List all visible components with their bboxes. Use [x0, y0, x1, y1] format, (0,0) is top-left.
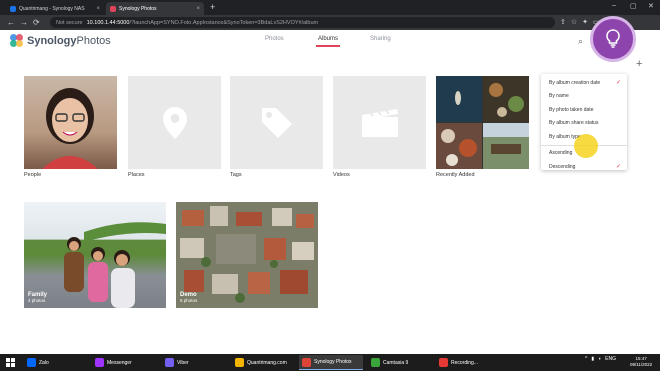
new-tab-button[interactable]: +	[210, 2, 215, 12]
taskbar-chrome-synology[interactable]: Synology Photos	[299, 355, 363, 370]
url-field[interactable]: Not secure 10.100.1.44:5000/?launchApp=S…	[50, 17, 555, 28]
album-videos[interactable]: Videos	[333, 76, 426, 178]
search-icon[interactable]: ⌕	[578, 36, 583, 47]
tag-icon	[261, 107, 292, 138]
window-close-icon[interactable]: ✕	[648, 2, 654, 10]
family-thumbnail: Family 4 photos	[24, 202, 166, 308]
tab-albums[interactable]: Albums	[315, 36, 341, 47]
chrome-icon	[302, 357, 311, 367]
chevron-up-icon[interactable]: ^	[585, 356, 587, 362]
person-portrait	[42, 88, 98, 169]
close-icon[interactable]: ×	[96, 6, 100, 12]
browser-tab-bar: Quantrimang - Synology NAS × Synology Ph…	[0, 0, 660, 15]
photo-collage	[436, 76, 529, 169]
forward-icon[interactable]: →	[20, 18, 28, 27]
main-nav: Photos Albums Sharing	[262, 34, 402, 48]
reload-icon[interactable]: ⟳	[33, 18, 40, 27]
language-indicator[interactable]: ENG	[605, 356, 616, 362]
share-icon[interactable]: ⇪	[560, 18, 566, 27]
system-tray: ^ ▮ ◖ ENG	[585, 356, 616, 362]
favicon-icon	[10, 5, 16, 12]
sort-by-share-status[interactable]: By album share status	[541, 117, 627, 131]
lightbulb-icon	[590, 16, 636, 62]
close-icon[interactable]: ×	[196, 6, 200, 12]
sort-by-taken-date[interactable]: By photo taken date	[541, 103, 627, 117]
album-caption: Demo 5 photos	[180, 292, 197, 303]
logo-icon	[10, 34, 23, 47]
order-descending[interactable]: Descending ✓	[541, 160, 627, 174]
extensions-icon[interactable]: ✦	[582, 18, 588, 27]
album-places[interactable]: Places	[128, 76, 221, 178]
taskbar-messenger[interactable]: Messenger	[92, 355, 158, 370]
clapperboard-icon	[361, 107, 398, 137]
sort-by-creation-date[interactable]: By album creation date ✓	[541, 76, 627, 90]
album-label: Places	[128, 172, 145, 178]
create-album-button[interactable]: +	[636, 58, 642, 70]
synology-photos-logo[interactable]: SynologyPhotos	[10, 34, 111, 47]
taskbar-zalo[interactable]: Zalo	[24, 355, 82, 370]
taskbar-camtasia[interactable]: Camtasia 9	[368, 355, 432, 370]
favicon-icon	[110, 5, 116, 12]
back-icon[interactable]: ←	[7, 18, 15, 27]
aerial-town-photo	[176, 202, 318, 308]
tab-label: Synology Photos	[119, 5, 157, 12]
url-text: 10.100.1.44:5000/?launchApp=SYNO.Foto.Ap…	[86, 19, 319, 26]
tags-thumbnail	[230, 76, 323, 169]
maximize-icon[interactable]: ▢	[630, 2, 637, 10]
album-caption: Family 4 photos	[28, 292, 47, 303]
address-bar: ← → ⟳ Not secure 10.100.1.44:5000/?launc…	[0, 15, 660, 30]
windows-start-icon[interactable]	[6, 358, 15, 367]
album-people[interactable]: People	[24, 76, 117, 178]
bookmark-star-icon[interactable]: ☆	[571, 18, 577, 27]
album-tags[interactable]: Tags	[230, 76, 323, 178]
places-thumbnail	[128, 76, 221, 169]
camtasia-icon	[371, 358, 380, 367]
album-label: People	[24, 172, 42, 178]
taskbar-chrome-quantrimang[interactable]: Quantrimang.com	[232, 355, 296, 370]
map-pin-icon	[162, 106, 187, 139]
messenger-icon	[95, 358, 104, 367]
network-icon[interactable]: ▮	[591, 356, 594, 362]
viber-icon	[165, 358, 174, 367]
check-icon: ✓	[615, 164, 621, 170]
album-label: Tags	[230, 172, 242, 178]
recently-added-thumbnail	[436, 76, 529, 169]
album-recently-added[interactable]: Recently Added	[436, 76, 529, 178]
windows-taskbar: Zalo Messenger Viber Quantrimang.com Syn…	[0, 354, 660, 371]
tab-quantrimang[interactable]: Quantrimang - Synology NAS ×	[6, 2, 104, 15]
album-demo[interactable]: Demo 5 photos	[176, 202, 318, 308]
people-thumbnail	[24, 76, 117, 169]
clock[interactable]: 15:47 09/11/2022	[630, 356, 652, 368]
sort-by-name[interactable]: By name	[541, 90, 627, 104]
album-label: Recently Added	[436, 172, 475, 178]
taskbar-recording[interactable]: Recording...	[436, 355, 498, 370]
tab-synology-photos[interactable]: Synology Photos ×	[106, 2, 204, 15]
minimize-icon[interactable]: –	[612, 2, 616, 9]
demo-thumbnail: Demo 5 photos	[176, 202, 318, 308]
videos-thumbnail	[333, 76, 426, 169]
tab-label: Quantrimang - Synology NAS	[19, 5, 85, 12]
zalo-icon	[27, 358, 36, 367]
recording-icon	[439, 358, 448, 367]
logo-text: SynologyPhotos	[27, 34, 111, 47]
not-secure-label: Not secure	[56, 19, 83, 26]
check-icon: ✓	[615, 80, 621, 86]
tab-photos[interactable]: Photos	[265, 36, 284, 42]
album-label: Videos	[333, 172, 350, 178]
cursor-highlight	[574, 134, 598, 158]
album-count: 5 photos	[180, 298, 198, 303]
album-family[interactable]: Family 4 photos	[24, 202, 166, 308]
album-count: 4 photos	[28, 298, 46, 303]
taskbar-viber[interactable]: Viber	[162, 355, 228, 370]
tab-sharing[interactable]: Sharing	[370, 36, 391, 42]
volume-icon[interactable]: ◖	[598, 356, 601, 362]
chrome-icon	[235, 358, 244, 367]
